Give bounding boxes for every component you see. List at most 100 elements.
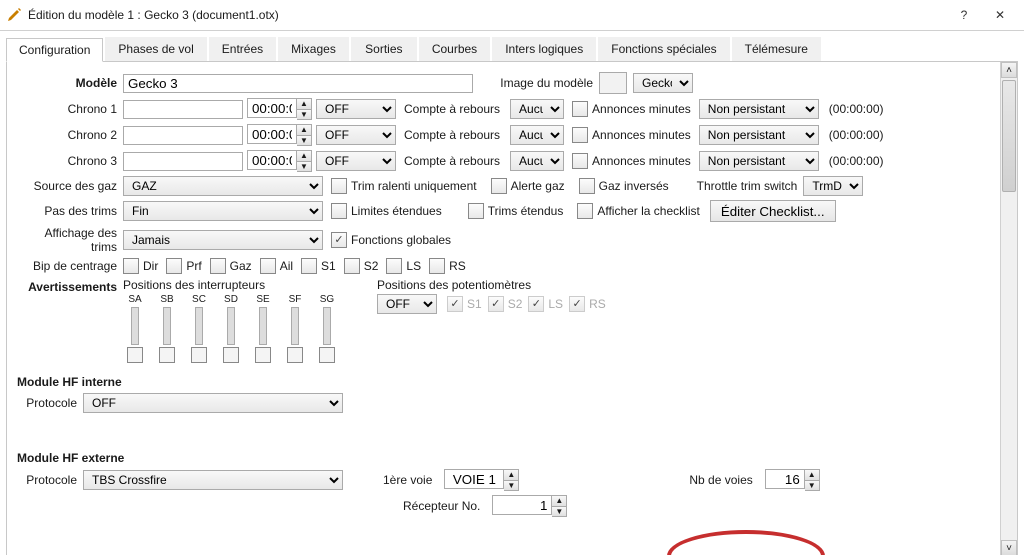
cb-s2-check[interactable]	[344, 258, 360, 274]
scroll-up-arrow-icon[interactable]: ˄	[1001, 62, 1017, 78]
chrono1-mode-select[interactable]: OFF	[316, 99, 396, 119]
chrono1-persist-select[interactable]: Non persistant	[699, 99, 819, 119]
chrono2-persist-select[interactable]: Non persistant	[699, 125, 819, 145]
edit-checklist-button[interactable]: Éditer Checklist...	[710, 200, 836, 222]
cb-dir-check[interactable]	[123, 258, 139, 274]
chrono3-persist-select[interactable]: Non persistant	[699, 151, 819, 171]
trim-idle-label: Trim ralenti uniquement	[351, 179, 477, 193]
chrono1-name-input[interactable]	[123, 100, 243, 119]
sw-sc-box[interactable]	[191, 347, 207, 363]
external-protocol-select[interactable]: TBS Crossfire	[83, 470, 343, 490]
pot-mode-select[interactable]: OFF	[377, 294, 437, 314]
global-fn-check[interactable]	[331, 232, 347, 248]
receiver-no-spinner[interactable]	[492, 495, 552, 515]
external-protocol-label: Protocole	[17, 473, 83, 487]
show-checklist-check[interactable]	[577, 203, 593, 219]
model-image-select[interactable]: Gecko	[633, 73, 693, 93]
tab-special-fn[interactable]: Fonctions spéciales	[598, 37, 729, 61]
chrono2-ann-check[interactable]	[572, 127, 588, 143]
tab-telemetry[interactable]: Télémesure	[732, 37, 821, 61]
num-channels-label: Nb de voies	[689, 473, 758, 487]
window-title: Édition du modèle 1 : Gecko 3 (document1…	[28, 8, 946, 22]
warnings-label: Avertissements	[17, 278, 123, 294]
cb-prf-check[interactable]	[166, 258, 182, 274]
chrono3-countdown-label: Compte à rebours	[404, 154, 506, 168]
sw-sa-slider[interactable]	[131, 307, 139, 345]
sw-sb-slider[interactable]	[163, 307, 171, 345]
tab-flight-phases[interactable]: Phases de vol	[105, 37, 206, 61]
cb-rs-check[interactable]	[429, 258, 445, 274]
close-button[interactable]: ✕	[982, 0, 1018, 30]
sw-sg-box[interactable]	[319, 347, 335, 363]
tab-configuration[interactable]: Configuration	[6, 38, 103, 62]
center-beep-label: Bip de centrage	[17, 259, 123, 273]
trim-step-select[interactable]: Fin	[123, 201, 323, 221]
throttle-alert-label: Alerte gaz	[511, 179, 565, 193]
num-channels-stepper[interactable]: ▲▼	[805, 469, 820, 491]
sw-se-box[interactable]	[255, 347, 271, 363]
help-button[interactable]: ?	[946, 0, 982, 30]
sw-se-slider[interactable]	[259, 307, 267, 345]
chrono1-ann-check[interactable]	[572, 101, 588, 117]
sw-sd-label: SD	[224, 294, 238, 305]
chrono2-countdown-select[interactable]: Aucun	[510, 125, 564, 145]
chrono3-name-input[interactable]	[123, 152, 243, 171]
chrono1-stamp: (00:00:00)	[829, 102, 884, 116]
chrono3-time-stepper[interactable]: ▲▼	[297, 150, 312, 172]
model-name-input[interactable]	[123, 74, 473, 93]
internal-protocol-select[interactable]: OFF	[83, 393, 343, 413]
cb-ail-check[interactable]	[260, 258, 276, 274]
throttle-trim-sw-select[interactable]: TrmD	[803, 176, 863, 196]
ext-limits-check[interactable]	[331, 203, 347, 219]
chrono1-time-spinner[interactable]	[247, 98, 297, 118]
sw-sb-box[interactable]	[159, 347, 175, 363]
trim-display-label: Affichage des trims	[17, 226, 123, 254]
cb-gaz-check[interactable]	[210, 258, 226, 274]
chrono1-time-stepper[interactable]: ▲▼	[297, 98, 312, 120]
sw-sf-box[interactable]	[287, 347, 303, 363]
tab-bar: Configuration Phases de vol Entrées Mixa…	[6, 37, 1018, 62]
tab-outputs[interactable]: Sorties	[351, 37, 417, 61]
throttle-reversed-check[interactable]	[579, 178, 595, 194]
trim-display-select[interactable]: Jamais	[123, 230, 323, 250]
chrono-row-1: Chrono 1 ▲▼ OFF Compte à rebours Aucun A…	[17, 98, 1007, 120]
tab-curves[interactable]: Courbes	[419, 37, 490, 61]
throttle-source-select[interactable]: GAZ	[123, 176, 323, 196]
throttle-alert-check[interactable]	[491, 178, 507, 194]
sw-sa-box[interactable]	[127, 347, 143, 363]
trim-idle-check[interactable]	[331, 178, 347, 194]
sw-sf-slider[interactable]	[291, 307, 299, 345]
chrono2-label: Chrono 2	[17, 128, 123, 142]
model-image-swatch[interactable]	[599, 72, 627, 94]
chrono2-time-stepper[interactable]: ▲▼	[297, 124, 312, 146]
pot-ls-label: LS	[548, 297, 563, 311]
tab-inputs[interactable]: Entrées	[209, 37, 276, 61]
first-channel-spinner[interactable]	[444, 469, 504, 489]
sw-sg-slider[interactable]	[323, 307, 331, 345]
ext-trims-check[interactable]	[468, 203, 484, 219]
sw-sd-box[interactable]	[223, 347, 239, 363]
throttle-source-label: Source des gaz	[17, 179, 123, 193]
first-channel-stepper[interactable]: ▲▼	[504, 469, 519, 491]
scroll-thumb[interactable]	[1002, 80, 1016, 192]
receiver-no-stepper[interactable]: ▲▼	[552, 495, 567, 517]
num-channels-spinner[interactable]	[765, 469, 805, 489]
chrono2-time-spinner[interactable]	[247, 124, 297, 144]
sw-sd-slider[interactable]	[227, 307, 235, 345]
sw-sc-slider[interactable]	[195, 307, 203, 345]
cb-ls-check[interactable]	[386, 258, 402, 274]
chrono2-mode-select[interactable]: OFF	[316, 125, 396, 145]
vertical-scrollbar[interactable]: ˄ ˅	[1000, 62, 1017, 555]
cb-s1-check[interactable]	[301, 258, 317, 274]
tab-mixes[interactable]: Mixages	[278, 37, 349, 61]
tab-logical-sw[interactable]: Inters logiques	[492, 37, 596, 61]
show-checklist-label: Afficher la checklist	[597, 204, 700, 218]
chrono3-time-spinner[interactable]	[247, 150, 297, 170]
pencil-icon	[6, 7, 22, 23]
chrono3-ann-check[interactable]	[572, 153, 588, 169]
chrono2-name-input[interactable]	[123, 126, 243, 145]
chrono3-mode-select[interactable]: OFF	[316, 151, 396, 171]
chrono1-countdown-select[interactable]: Aucun	[510, 99, 564, 119]
chrono3-countdown-select[interactable]: Aucun	[510, 151, 564, 171]
scroll-down-arrow-icon[interactable]: ˅	[1001, 540, 1017, 555]
